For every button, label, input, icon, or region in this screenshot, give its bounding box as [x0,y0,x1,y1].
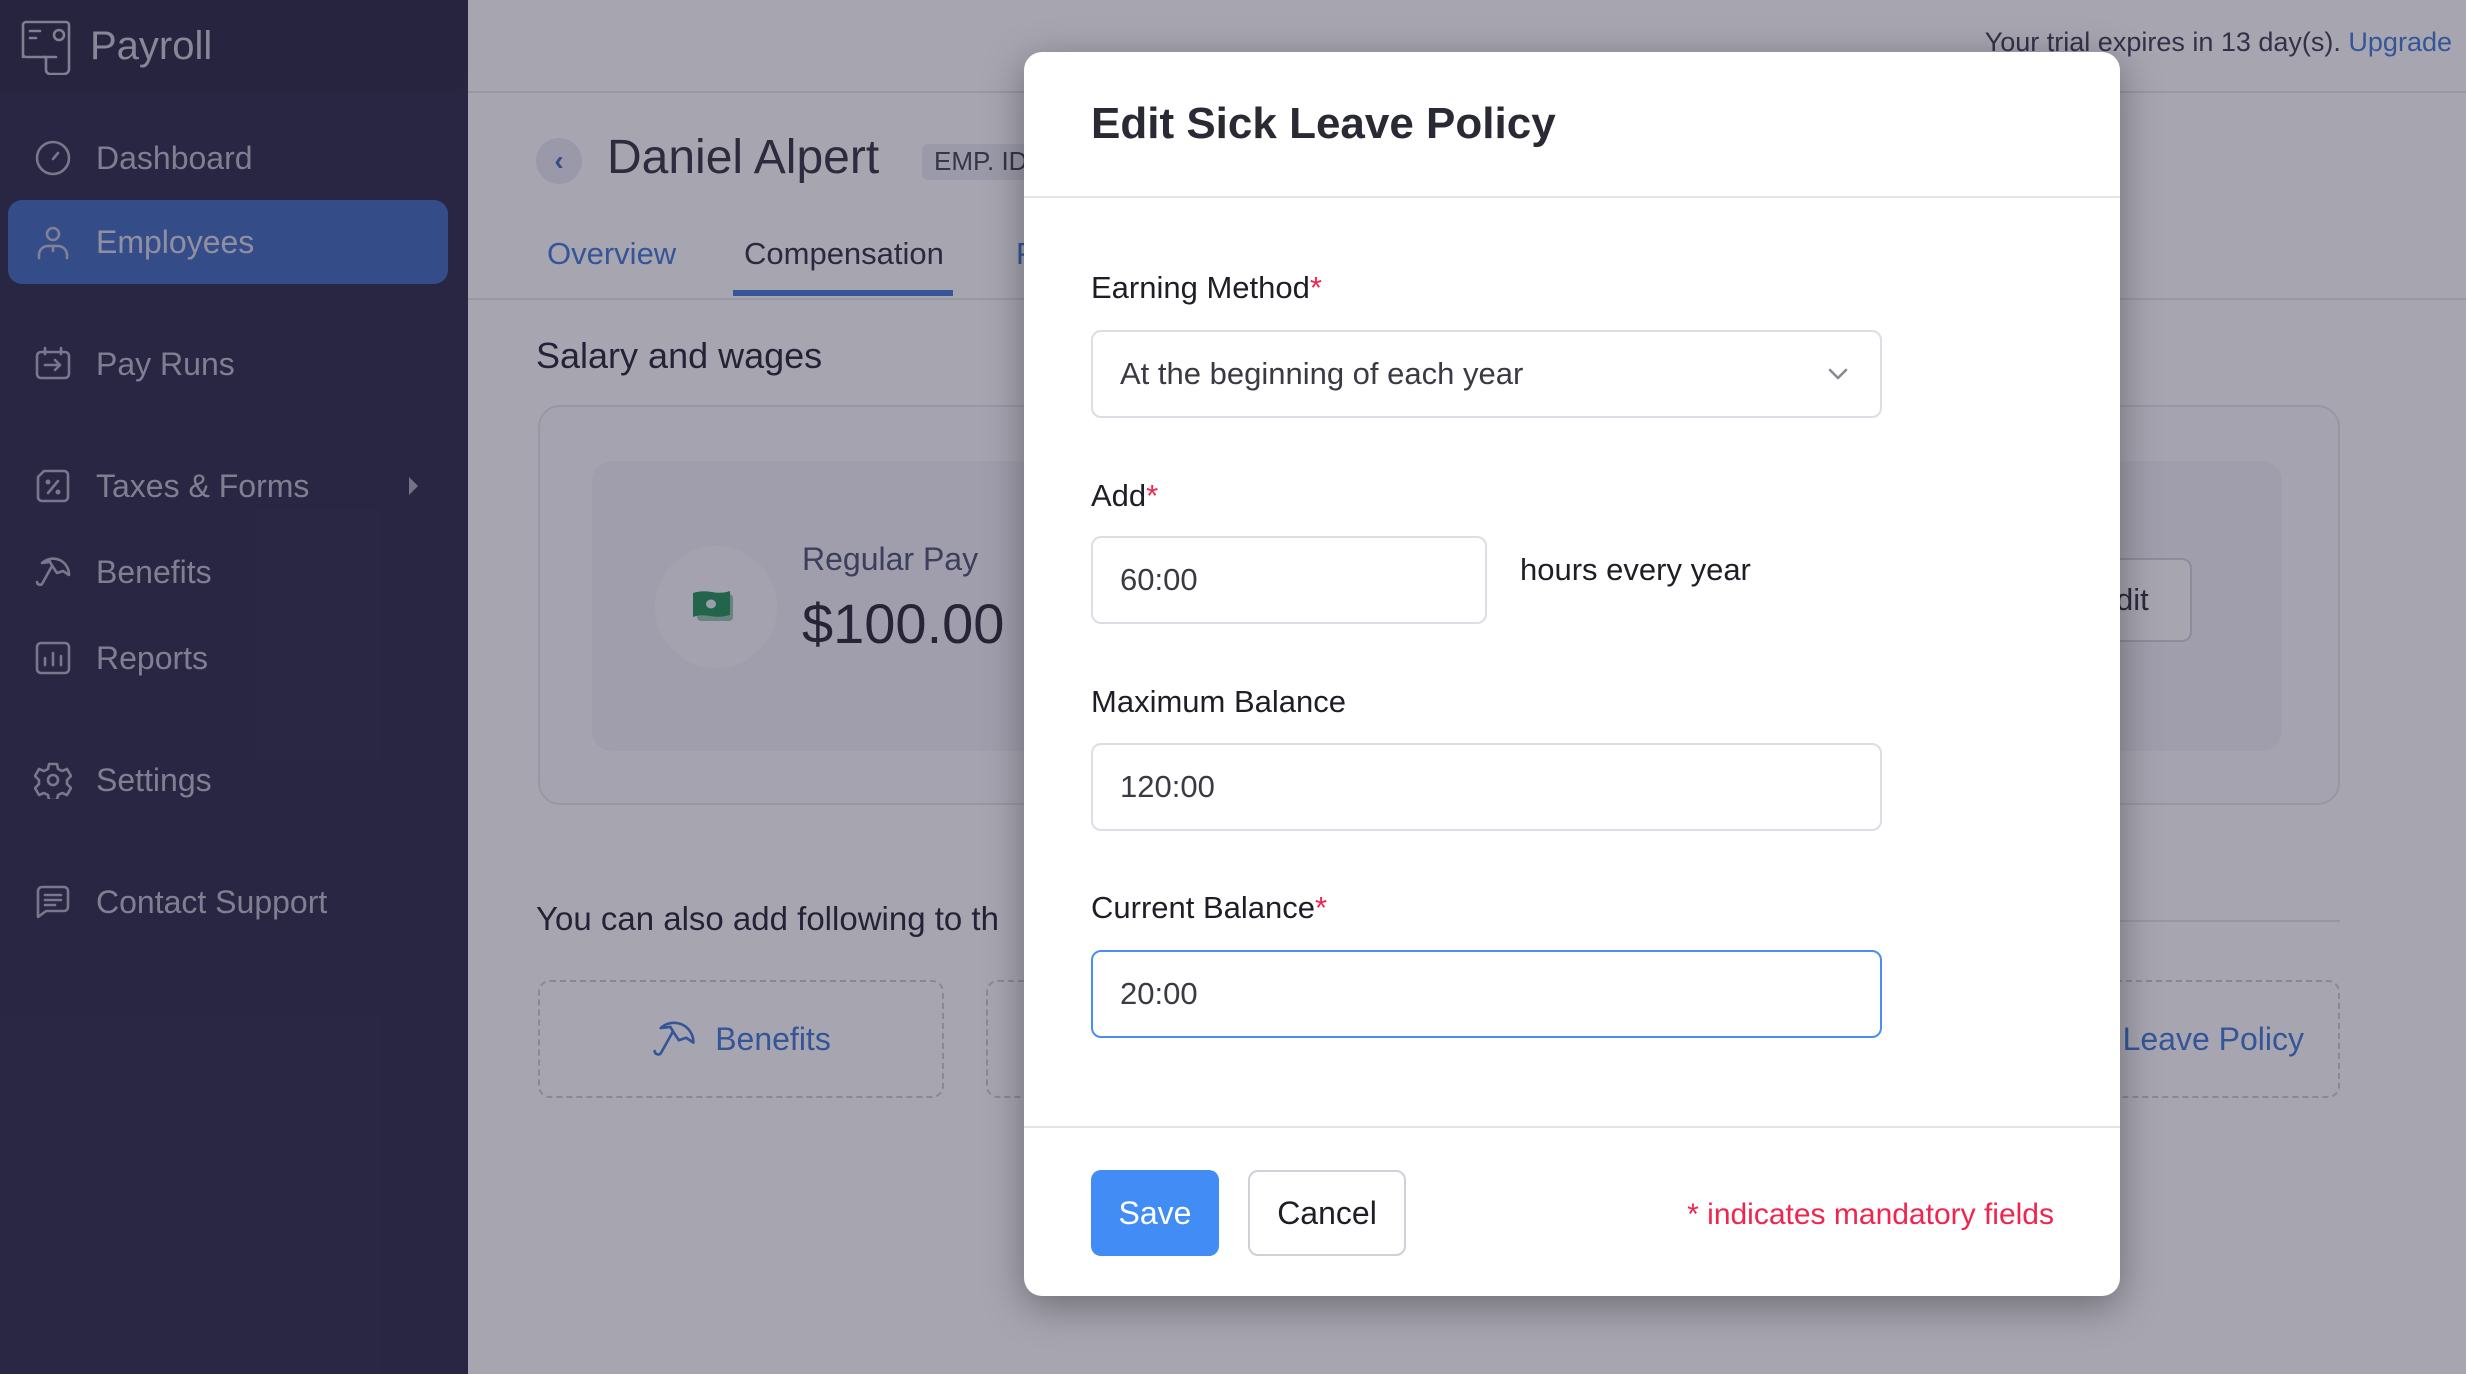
edit-sick-leave-dialog: Edit Sick Leave Policy Earning Method* A… [1024,52,2120,1296]
add-label-text: Add [1091,478,1147,513]
add-hours-value: 60:00 [1120,562,1198,597]
current-balance-label-text: Current Balance [1091,890,1316,925]
maximum-balance-label: Maximum Balance [1091,684,1346,720]
maximum-balance-label-text: Maximum Balance [1091,684,1346,719]
dialog-title: Edit Sick Leave Policy [1091,99,1556,148]
maximum-balance-value: 120:00 [1120,769,1215,804]
dialog-footer: Save Cancel * indicates mandatory fields [1024,1126,2120,1296]
required-asterisk: * [1315,890,1328,925]
chevron-down-icon [1828,368,1848,380]
current-balance-value: 20:00 [1120,976,1198,1011]
add-hours-input[interactable]: 60:00 [1091,536,1487,624]
current-balance-input[interactable]: 20:00 [1091,950,1882,1038]
dialog-header: Edit Sick Leave Policy [1024,52,2120,198]
earning-method-label-text: Earning Method [1091,270,1310,305]
required-asterisk: * [1309,270,1322,305]
mandatory-fields-note: * indicates mandatory fields [1687,1198,2054,1231]
required-asterisk: * [1146,478,1159,513]
add-label: Add* [1091,478,1158,514]
current-balance-label: Current Balance* [1091,890,1327,926]
earning-method-value: At the beginning of each year [1120,356,1524,391]
earning-method-select[interactable]: At the beginning of each year [1091,330,1882,418]
maximum-balance-input[interactable]: 120:00 [1091,743,1882,831]
cancel-button[interactable]: Cancel [1248,1170,1406,1256]
hours-suffix: hours every year [1520,552,1751,587]
earning-method-label: Earning Method* [1091,270,1322,306]
save-button[interactable]: Save [1091,1170,1219,1256]
